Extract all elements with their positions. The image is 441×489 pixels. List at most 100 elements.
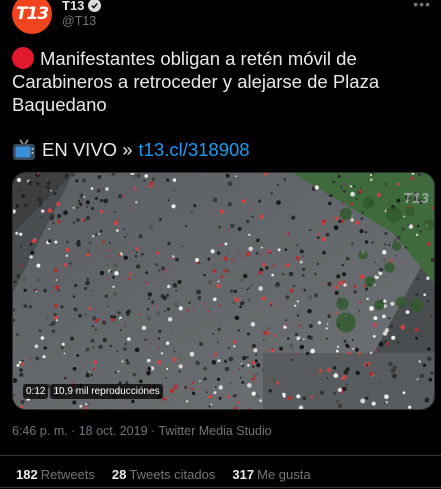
crowd-dot xyxy=(134,347,140,353)
likes-count: 317 xyxy=(232,467,255,482)
crowd-dot xyxy=(117,370,120,373)
crowd-dot xyxy=(106,264,108,267)
crowd-dot xyxy=(29,255,33,259)
crowd-dot xyxy=(426,276,430,280)
crowd-dot xyxy=(166,307,171,311)
crowd-dot xyxy=(109,344,112,348)
crowd-dot xyxy=(388,244,391,247)
crowd-dot xyxy=(210,403,213,406)
crowd-dot xyxy=(118,194,122,199)
crowd-dot xyxy=(72,295,76,298)
crowd-dot xyxy=(270,192,273,195)
more-options-icon[interactable]: ••• xyxy=(413,0,431,12)
crowd-dot xyxy=(317,232,321,236)
crowd-dot xyxy=(218,225,222,229)
crowd-dot xyxy=(141,325,147,331)
crowd-dot xyxy=(169,388,175,393)
crowd-dot xyxy=(133,187,137,191)
tree-blob xyxy=(384,262,395,273)
crowd-dot xyxy=(396,389,399,392)
tweet-time[interactable]: 6:46 p. m. xyxy=(12,424,68,438)
crowd-dot xyxy=(384,231,388,236)
crowd-dot xyxy=(72,367,77,371)
crowd-dot xyxy=(415,336,419,340)
crowd-dot xyxy=(342,272,346,277)
crowd-dot xyxy=(247,298,252,302)
crowd-dot xyxy=(114,211,117,214)
crowd-dot xyxy=(35,182,40,186)
tweet-text-body: Manifestantes obligan a retén móvil de C… xyxy=(12,48,380,115)
crowd-dot xyxy=(378,380,383,385)
crowd-dot xyxy=(132,249,135,252)
crowd-dot xyxy=(98,344,103,349)
crowd-dot xyxy=(426,242,431,247)
account-avatar[interactable]: T13 xyxy=(12,0,52,34)
tweet-source[interactable]: Twitter Media Studio xyxy=(158,424,271,438)
crowd-dot xyxy=(210,249,215,254)
crowd-dot xyxy=(424,397,430,403)
crowd-dot xyxy=(376,192,381,197)
crowd-dot xyxy=(373,323,377,327)
tweet-link[interactable]: t13.cl/318908 xyxy=(138,139,249,161)
crowd-dot xyxy=(171,329,174,332)
crowd-dot xyxy=(388,361,393,367)
crowd-dot xyxy=(325,232,330,237)
crowd-dot xyxy=(271,273,274,277)
crowd-dot xyxy=(333,373,339,378)
crowd-dot xyxy=(230,223,235,228)
crowd-dot xyxy=(237,329,241,332)
crowd-dot xyxy=(241,381,245,384)
crowd-dot xyxy=(325,327,328,330)
crowd-dot xyxy=(132,372,137,377)
crowd-dot xyxy=(250,322,256,327)
quotes-stat[interactable]: 28 Tweets citados xyxy=(112,467,215,482)
crowd-dot xyxy=(251,377,255,381)
crowd-dot xyxy=(402,391,406,395)
crowd-dot xyxy=(148,297,150,300)
crowd-dot xyxy=(391,335,396,340)
crowd-dot xyxy=(422,363,427,367)
crowd-dot xyxy=(268,389,272,393)
crowd-dot xyxy=(91,345,95,350)
crowd-dot xyxy=(291,348,294,350)
divider xyxy=(0,455,441,456)
crowd-dot xyxy=(53,265,56,268)
crowd-dot xyxy=(162,296,167,300)
crowd-dot xyxy=(337,345,339,348)
crowd-dot xyxy=(253,348,258,353)
crowd-dot xyxy=(225,173,230,178)
tweet-date[interactable]: 18 oct. 2019 xyxy=(79,424,148,438)
account-name[interactable]: T13 xyxy=(62,0,102,13)
crowd-dot xyxy=(145,271,149,275)
crowd-dot xyxy=(345,175,349,179)
crowd-dot xyxy=(337,403,343,409)
crowd-dot xyxy=(226,250,229,252)
crowd-dot xyxy=(99,270,105,276)
crowd-dot xyxy=(381,314,386,319)
crowd-dot xyxy=(92,316,97,321)
account-name-label: T13 xyxy=(62,0,85,13)
likes-stat[interactable]: 317 Me gusta xyxy=(232,467,310,482)
crowd-dot xyxy=(82,178,87,183)
crowd-dot xyxy=(123,227,126,230)
crowd-dot xyxy=(279,346,283,351)
retweets-stat[interactable]: 182 Retweets xyxy=(16,467,95,482)
tree-blob xyxy=(391,241,402,251)
crowd-dot xyxy=(102,338,107,343)
crowd-dot xyxy=(157,337,161,340)
crowd-dot xyxy=(195,360,200,366)
crowd-dot xyxy=(352,347,355,351)
video-player[interactable]: T13 0:12 10,9 mil reproducciones xyxy=(12,172,435,410)
crowd-dot xyxy=(54,240,58,244)
crowd-dot xyxy=(283,395,286,398)
crowd-dot xyxy=(227,346,230,350)
account-handle[interactable]: @T13 xyxy=(62,14,96,28)
crowd-dot xyxy=(76,218,80,222)
crowd-dot xyxy=(396,182,400,186)
crowd-dot xyxy=(120,318,122,320)
crowd-dot xyxy=(126,361,130,365)
crowd-dot xyxy=(310,395,314,399)
crowd-dot xyxy=(296,336,301,341)
crowd-dot xyxy=(233,345,236,348)
live-label: EN VIVO » xyxy=(42,139,133,160)
